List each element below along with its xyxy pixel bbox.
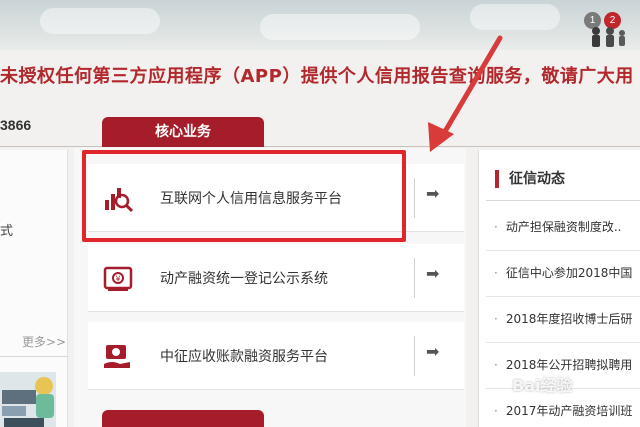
bullet-icon: ·	[494, 404, 498, 418]
service-label: 动产融资统一登记公示系统	[160, 271, 328, 287]
bullet-icon: ·	[494, 312, 498, 326]
service-item-receivables[interactable]: 中征应收账款融资服务平台 ➡	[88, 322, 464, 390]
news-item-label: 动产担保融资制度改..	[505, 220, 622, 234]
service-label: 中征应收账款融资服务平台	[160, 349, 328, 365]
bullet-icon: ·	[494, 266, 498, 280]
news-section-title: 征信动态	[495, 170, 565, 188]
banner-cloud-decoration	[470, 4, 560, 30]
more-link[interactable]: 更多>>	[22, 333, 66, 350]
news-item-divider	[486, 342, 640, 343]
arrow-right-icon[interactable]: ➡	[426, 342, 439, 361]
service-item-movable-property[interactable]: ¥ 动产融资统一登记公示系统 ➡	[88, 244, 464, 312]
news-item[interactable]: · 2017年动产融资培训班	[494, 402, 640, 419]
people-figures-icon	[592, 27, 625, 47]
bullet-icon: ·	[494, 220, 498, 234]
highlight-annotation-box	[82, 150, 406, 242]
tab-core-business[interactable]: 核心业务	[102, 117, 264, 147]
money-document-icon: ¥	[103, 266, 133, 291]
top-banner	[0, 0, 640, 50]
bullet-icon: ·	[494, 358, 498, 372]
service-divider	[414, 258, 415, 298]
service-divider	[414, 336, 415, 376]
news-item-label: 2017年动产融资培训班	[505, 404, 633, 418]
svg-text:¥: ¥	[115, 275, 120, 284]
notice-banner-text: 未授权任何第三方应用程序（APP）提供个人信用报告查询服务，敬请广大用	[0, 66, 634, 87]
news-item[interactable]: · 2018年度招收博士后研	[494, 310, 640, 327]
news-item[interactable]: · 动产担保融资制度改..	[494, 218, 640, 235]
promo-illustration[interactable]	[0, 372, 56, 427]
left-sidebar-divider	[0, 356, 68, 357]
banner-cloud-decoration	[40, 8, 160, 34]
banner-cloud-decoration	[260, 14, 420, 40]
news-item-divider	[486, 250, 640, 251]
news-item-label: 征信中心参加2018中国	[505, 266, 633, 280]
watermark-text: Bai经验	[512, 376, 573, 395]
contact-phone: 3866	[0, 117, 32, 133]
service-divider	[414, 178, 415, 218]
news-item-label: 2018年公开招聘拟聘用	[505, 358, 633, 372]
news-title-divider	[486, 200, 640, 201]
news-item[interactable]: · 征信中心参加2018中国	[494, 264, 640, 281]
section-divider	[0, 146, 640, 147]
coins-hand-icon	[104, 345, 130, 368]
news-item-label: 2018年度招收博士后研	[505, 312, 633, 326]
left-sidebar-text: 式	[0, 224, 14, 239]
arrow-right-icon[interactable]: ➡	[426, 184, 439, 203]
news-item-divider	[486, 296, 640, 297]
next-section-tab[interactable]	[102, 410, 264, 427]
arrow-right-icon[interactable]: ➡	[426, 264, 439, 283]
news-item[interactable]: · 2018年公开招聘拟聘用	[494, 356, 640, 373]
